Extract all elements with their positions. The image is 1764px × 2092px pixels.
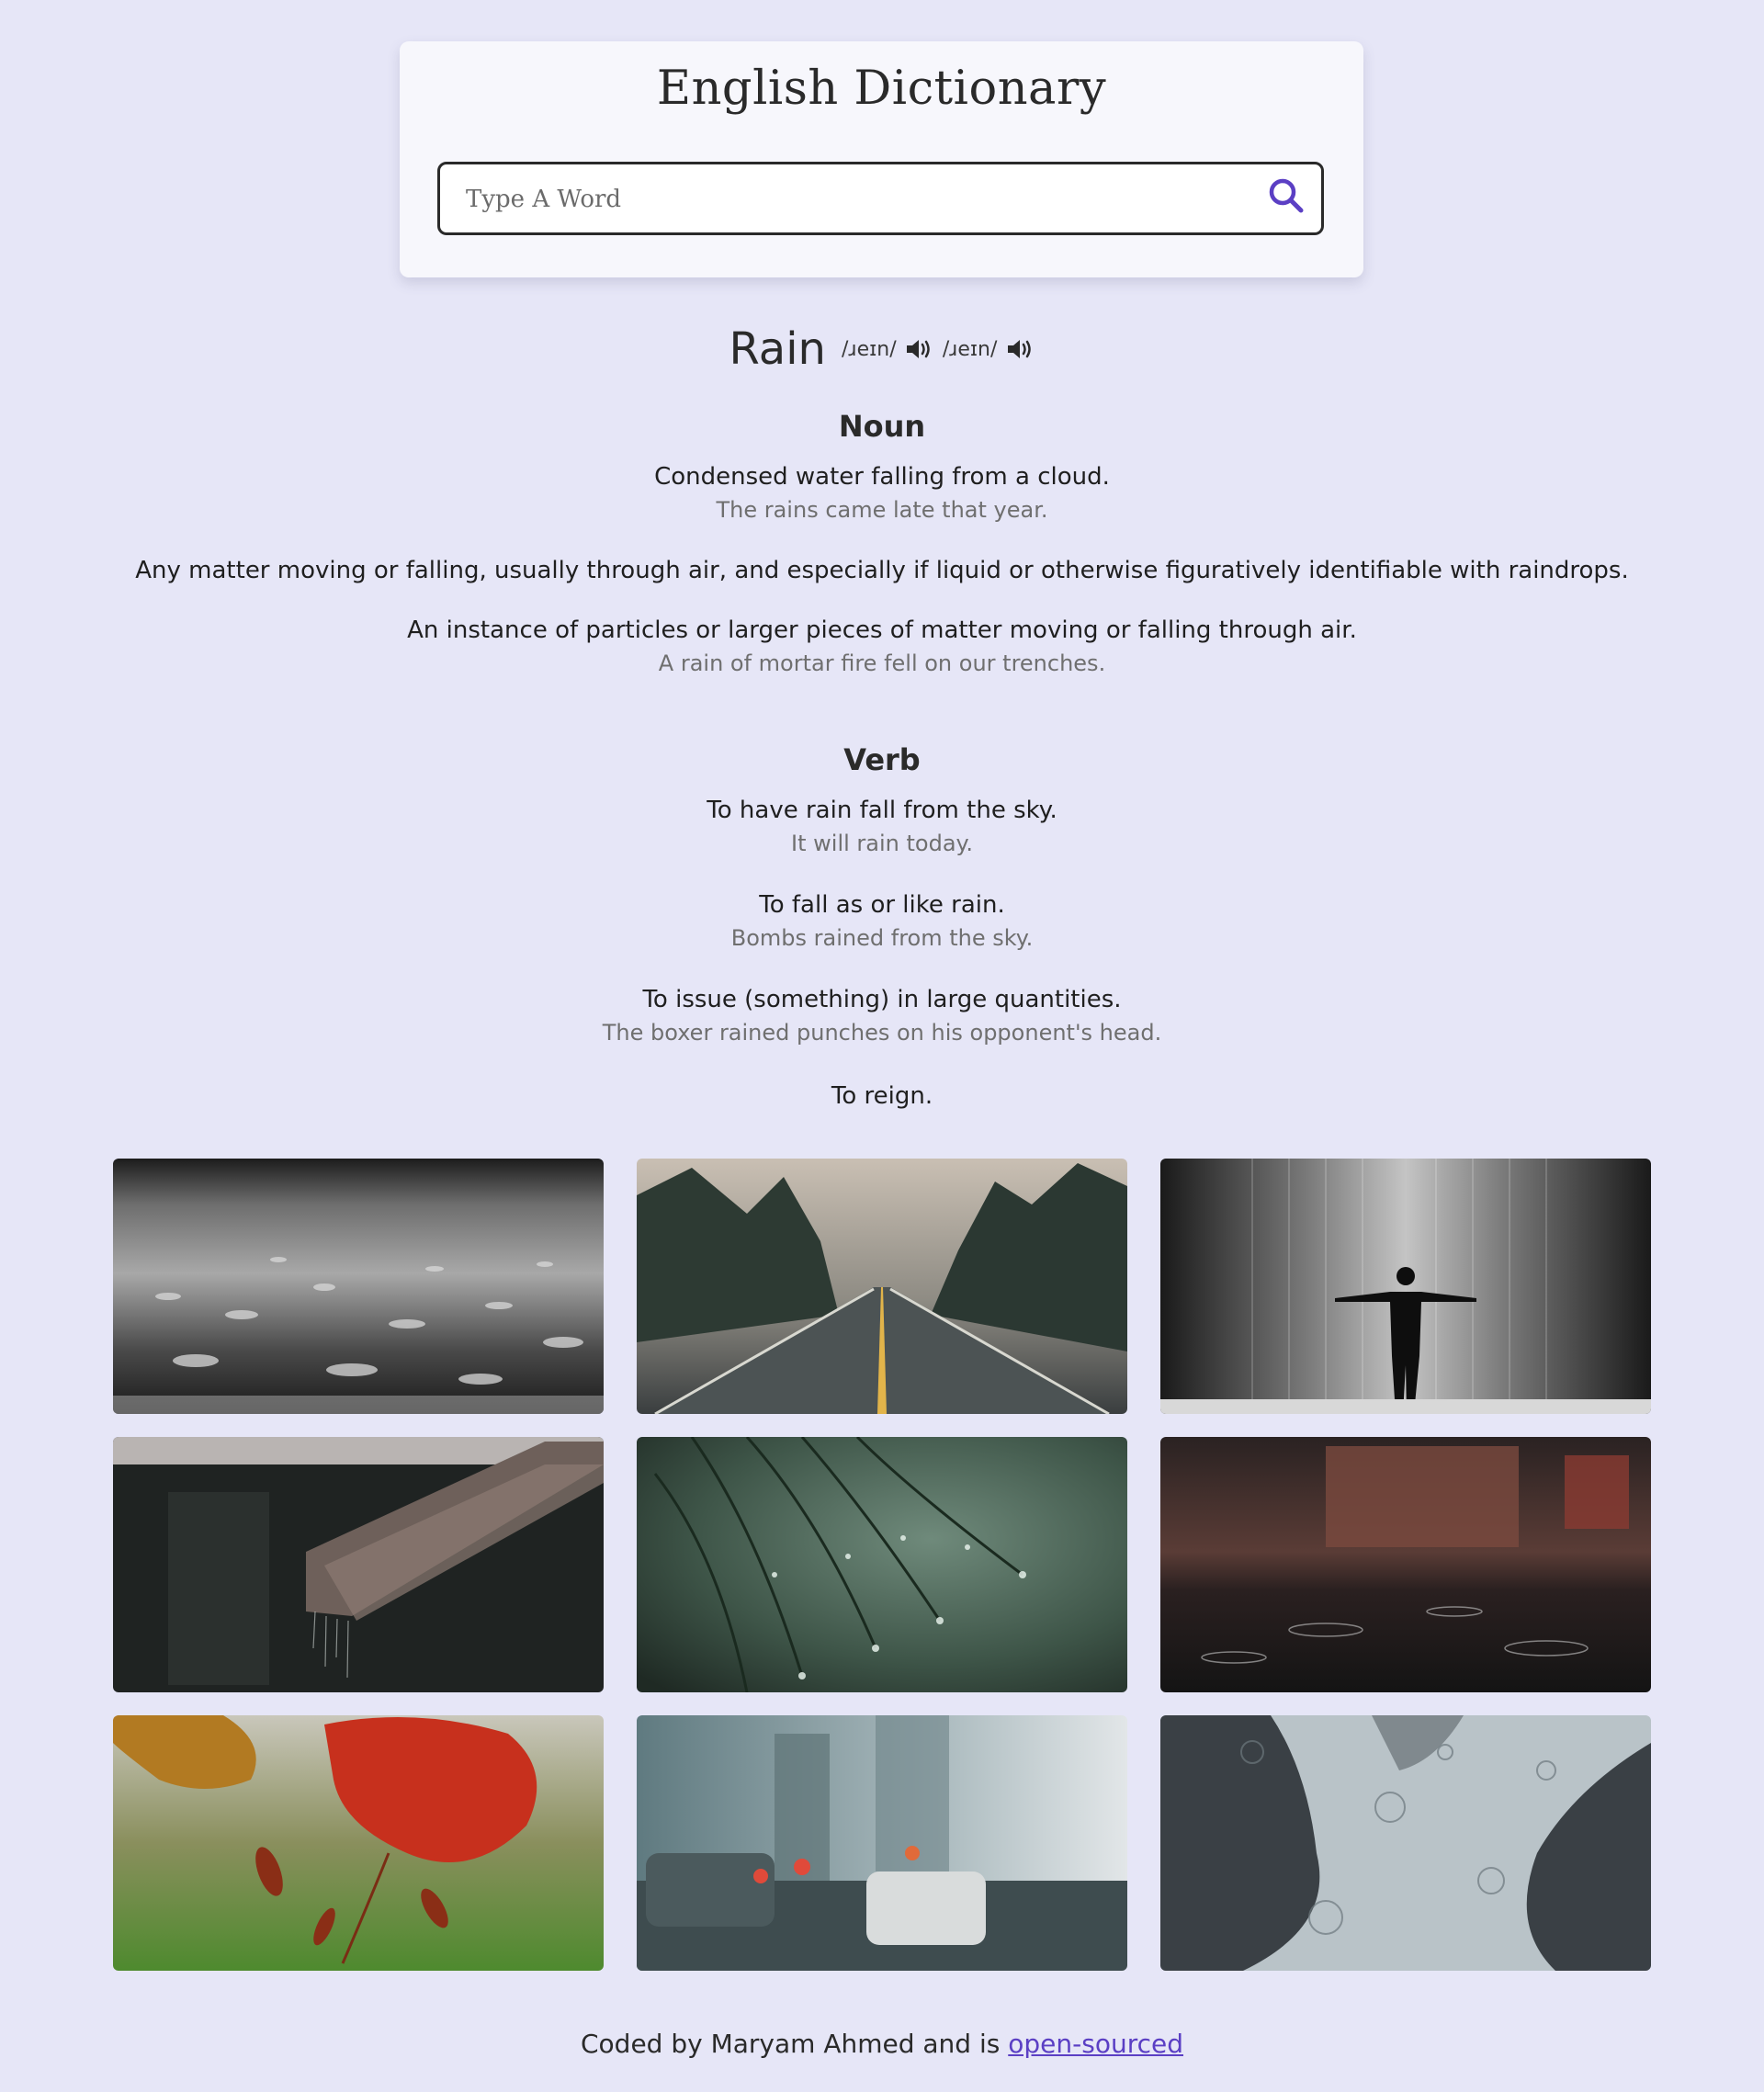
verb-section: Verb <box>0 742 1764 777</box>
definition-item: To reign. <box>0 1082 1764 1110</box>
definition-item: Any matter moving or falling, usually th… <box>0 557 1764 584</box>
word-title: Rain <box>729 323 826 375</box>
search-input[interactable] <box>464 164 1258 234</box>
definition-example: A rain of mortar fire fell on our trench… <box>658 650 1106 676</box>
search-button[interactable] <box>1264 174 1308 218</box>
definition-text: To have rain fall from the sky. <box>707 797 1057 824</box>
open-source-link[interactable]: open-sourced <box>1008 2029 1183 2059</box>
definition-item: To have rain fall from the sky. It will … <box>0 797 1764 856</box>
gallery-image[interactable] <box>637 1159 1127 1414</box>
definition-example: It will rain today. <box>791 831 973 856</box>
part-of-speech-heading: Noun <box>838 409 926 444</box>
phonetic-text: /ɹeɪn/ <box>842 337 897 361</box>
search-box <box>437 162 1324 235</box>
gallery-image[interactable] <box>1160 1715 1651 1971</box>
gallery-image[interactable] <box>1160 1437 1651 1692</box>
definition-text: To issue (something) in large quantities… <box>642 986 1122 1013</box>
gallery-image[interactable] <box>113 1437 604 1692</box>
phonetic-text: /ɹeɪn/ <box>942 337 998 361</box>
definition-item: To issue (something) in large quantities… <box>0 986 1764 1046</box>
definition-text: An instance of particles or larger piece… <box>407 616 1357 644</box>
definition-example: Bombs rained from the sky. <box>730 925 1034 951</box>
definition-text: To fall as or like rain. <box>759 891 1005 919</box>
footer: Coded by Maryam Ahmed and is open-source… <box>0 2029 1764 2059</box>
footer-text: Coded by Maryam Ahmed and is <box>580 2029 1009 2059</box>
search-card: English Dictionary <box>400 41 1363 277</box>
definition-text: To reign. <box>831 1082 933 1110</box>
noun-section: Noun <box>0 409 1764 444</box>
definition-item: Condensed water falling from a cloud. Th… <box>0 463 1764 523</box>
audio-speaker-icon[interactable] <box>905 337 934 361</box>
gallery-image[interactable] <box>113 1715 604 1971</box>
definition-example: The boxer rained punches on his opponent… <box>602 1020 1162 1046</box>
gallery-image[interactable] <box>637 1437 1127 1692</box>
app-title: English Dictionary <box>656 62 1107 116</box>
search-icon <box>1269 178 1304 213</box>
gallery-image[interactable] <box>637 1715 1127 1971</box>
definition-text: Condensed water falling from a cloud. <box>654 463 1110 491</box>
audio-speaker-icon[interactable] <box>1006 337 1035 361</box>
definition-item: To fall as or like rain. Bombs rained fr… <box>0 891 1764 951</box>
definition-text: Any matter moving or falling, usually th… <box>135 557 1629 584</box>
definition-item: An instance of particles or larger piece… <box>0 616 1764 676</box>
part-of-speech-heading: Verb <box>843 742 921 777</box>
definition-example: The rains came late that year. <box>716 497 1048 523</box>
gallery-image[interactable] <box>113 1159 604 1414</box>
gallery-image[interactable] <box>1160 1159 1651 1414</box>
word-header: Rain /ɹeɪn/ /ɹeɪn/ <box>0 323 1764 375</box>
